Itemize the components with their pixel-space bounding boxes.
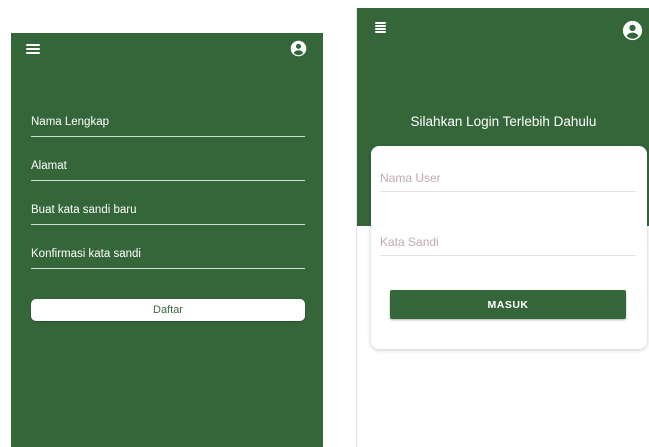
username-placeholder: Nama User bbox=[380, 171, 441, 185]
confirm-password-field[interactable]: Konfirmasi kata sandi bbox=[31, 244, 305, 269]
address-label: Alamat bbox=[31, 160, 67, 172]
account-circle-icon[interactable] bbox=[290, 40, 307, 57]
login-title: Silahkan Login Terlebih Dahulu bbox=[410, 114, 597, 129]
register-screen: Nama Lengkap Alamat Buat kata sandi baru… bbox=[11, 33, 323, 447]
login-card: Nama User Kata Sandi MASUK bbox=[371, 146, 647, 349]
new-password-label: Buat kata sandi baru bbox=[31, 204, 137, 216]
hamburger-menu-icon[interactable] bbox=[375, 22, 386, 33]
username-input[interactable]: Nama User bbox=[380, 163, 636, 192]
login-button[interactable]: MASUK bbox=[390, 290, 626, 319]
new-password-field[interactable]: Buat kata sandi baru bbox=[31, 200, 305, 225]
login-screen: Silahkan Login Terlebih Dahulu Nama User… bbox=[356, 8, 649, 447]
address-field[interactable]: Alamat bbox=[31, 156, 305, 181]
hamburger-menu-icon[interactable] bbox=[26, 44, 40, 54]
password-placeholder: Kata Sandi bbox=[380, 235, 439, 249]
full-name-field[interactable]: Nama Lengkap bbox=[31, 112, 305, 137]
confirm-password-label: Konfirmasi kata sandi bbox=[31, 248, 141, 260]
account-circle-icon[interactable] bbox=[622, 20, 643, 41]
full-name-label: Nama Lengkap bbox=[31, 116, 109, 128]
password-input[interactable]: Kata Sandi bbox=[380, 227, 636, 256]
register-button[interactable]: Daftar bbox=[31, 299, 305, 321]
